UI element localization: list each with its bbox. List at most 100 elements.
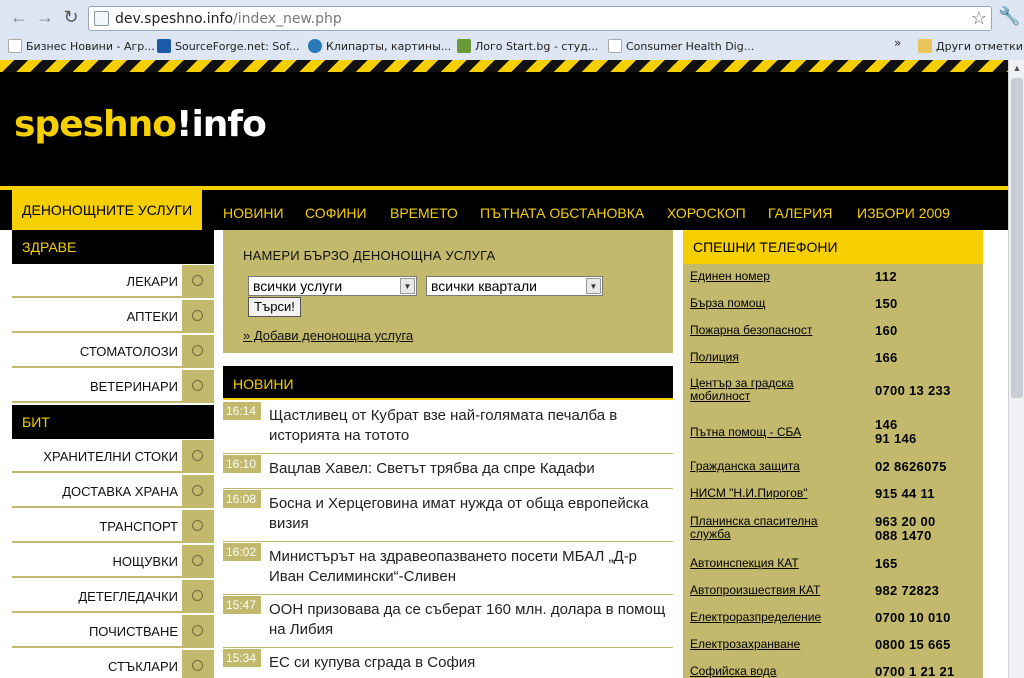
phones-heading: СПЕШНИ ТЕЛЕФОНИ [683,230,983,264]
phone-name-link[interactable]: Планинска спасителна служба [690,515,855,541]
bookmark-item[interactable]: Бизнес Новини - Агр... [8,38,155,56]
sidebar-item-dentists[interactable]: СТОМАТОЛОЗИ [12,335,214,368]
start-bg-icon [457,39,471,53]
news-heading: НОВИНИ [223,366,673,400]
nav-item-news[interactable]: НОВИНИ [223,190,284,230]
phone-name-link[interactable]: Бърза помощ [690,297,855,310]
browser-chrome: ← → ↻ dev.speshno.info/index_new.php ☆ 🔧… [0,0,1024,60]
phone-name-link[interactable]: Единен номер [690,270,855,283]
phone-number: 0700 10 010 [875,610,951,625]
news-headline[interactable]: Щастливец от Кубрат взе най-голямата печ… [269,406,669,446]
district-select[interactable]: всички квартали ▼ [426,276,603,296]
nav-item-sofini[interactable]: СОФИНИ [305,190,367,230]
news-time: 15:47 [223,596,261,614]
folder-icon [918,39,932,53]
phone-number: 0700 13 233 [875,383,951,398]
url-text[interactable]: dev.speshno.info/index_new.php [115,11,342,27]
news-headline[interactable]: ООН призовава да се съберат 160 млн. дол… [269,600,669,640]
phone-name-link[interactable]: Електроразпределение [690,611,855,624]
clipart-icon [308,39,322,53]
bookmark-item[interactable]: Клипарты, картины... [308,38,451,56]
page-icon [94,11,109,26]
address-bar[interactable]: dev.speshno.info/index_new.php ☆ [88,6,992,31]
site-logo[interactable]: speshno!info [14,104,267,145]
nav-item-weather[interactable]: ВРЕМЕТО [390,190,458,230]
news-item[interactable]: 15:47 ООН призовава да се съберат 160 мл… [223,596,673,648]
bookmark-item[interactable]: SourceForge.net: Sof... [157,38,300,56]
service-search-panel: НАМЕРИ БЪРЗО ДЕНОНОЩНА УСЛУГА всички усл… [223,230,673,353]
main-nav: ДЕНОНОЩНИТЕ УСЛУГИ НОВИНИ СОФИНИ ВРЕМЕТО… [0,190,1008,230]
circle-icon [192,555,203,566]
nav-item-elections[interactable]: ИЗБОРИ 2009 [857,190,950,230]
nav-item-gallery[interactable]: ГАЛЕРИЯ [768,190,832,230]
web-page: speshno!info ДЕНОНОЩНИТЕ УСЛУГИ НОВИНИ С… [0,60,1008,678]
sidebar-item-vets[interactable]: ВЕТЕРИНАРИ [12,370,214,403]
phone-name-link[interactable]: Пожарна безопасност [690,324,855,337]
phone-number: 146 91 146 [875,417,917,446]
sidebar-heading-health: ЗДРАВЕ [12,230,214,264]
phone-number: 150 [875,296,898,311]
back-icon[interactable]: ← [8,6,30,28]
sidebar-item-lodging[interactable]: НОЩУВКИ [12,545,214,578]
circle-icon [192,310,203,321]
sidebar-item-babysitters[interactable]: ДЕТЕГЛЕДАЧКИ [12,580,214,613]
news-time: 16:10 [223,455,261,473]
chevron-down-icon: ▼ [586,278,601,294]
search-button[interactable]: Търси! [248,297,301,317]
circle-icon [192,380,203,391]
scroll-thumb[interactable] [1011,78,1023,398]
nav-item-services[interactable]: ДЕНОНОЩНИТЕ УСЛУГИ [12,190,203,230]
service-select[interactable]: всички услуги ▼ [248,276,417,296]
phone-name-link[interactable]: НИСМ "Н.И.Пирогов" [690,487,855,500]
add-service-link[interactable]: » Добави денонощна услуга [243,328,413,343]
phone-name-link[interactable]: Център за градска мобилност [690,377,855,403]
other-bookmarks[interactable]: Други отметки [918,38,1023,56]
circle-icon [192,590,203,601]
phone-number: 166 [875,350,898,365]
news-item[interactable]: 15:34 ЕС си купува сграда в София [223,649,673,678]
nav-item-horoscope[interactable]: ХОРОСКОП [667,190,746,230]
news-time: 16:08 [223,490,261,508]
news-time: 15:34 [223,649,261,667]
news-time: 16:14 [223,402,261,420]
phone-number: 160 [875,323,898,338]
bookmark-item[interactable]: Лого Start.bg - студ... [457,38,598,56]
phone-name-link[interactable]: Софийска вода [690,665,855,678]
wrench-icon[interactable]: 🔧 [998,6,1020,27]
news-headline[interactable]: Министърът на здравеопазването посети МБ… [269,547,669,587]
phone-name-link[interactable]: Автоинспекция КАТ [690,557,855,570]
news-item[interactable]: 16:02 Министърът на здравеопазването пос… [223,543,673,595]
sidebar-item-food-delivery[interactable]: ДОСТАВКА ХРАНА [12,475,214,508]
sidebar-item-groceries[interactable]: ХРАНИТЕЛНИ СТОКИ [12,440,214,473]
news-item[interactable]: 16:14 Щастливец от Кубрат взе най-голяма… [223,402,673,454]
phone-name-link[interactable]: Гражданска защита [690,460,855,473]
sidebar-item-cleaning[interactable]: ПОЧИСТВАНЕ [12,615,214,648]
news-headline[interactable]: Вацлав Хавел: Светът трябва да спре Када… [269,459,669,479]
bookmarks-more-icon[interactable]: » [894,36,901,50]
news-item[interactable]: 16:10 Вацлав Хавел: Светът трябва да спр… [223,455,673,489]
nav-item-traffic[interactable]: ПЪТНАТА ОБСТАНОВКА [480,190,644,230]
phones-list: Единен номер 112 Бърза помощ 150 Пожарна б… [683,264,983,678]
phone-name-link[interactable]: Електрозахранване [690,638,855,651]
reload-icon[interactable]: ↻ [60,6,82,28]
phone-name-link[interactable]: Полиция [690,351,855,364]
sidebar-item-doctors[interactable]: ЛЕКАРИ [12,265,214,298]
news-headline[interactable]: ЕС си купува сграда в София [269,653,669,673]
phone-name-link[interactable]: Автопроизшествия КАТ [690,584,855,597]
sidebar-item-pharmacies[interactable]: АПТЕКИ [12,300,214,333]
circle-icon [192,345,203,356]
bookmark-star-icon[interactable]: ☆ [971,8,987,29]
news-item[interactable]: 16:08 Босна и Херцеговина имат нужда от … [223,490,673,542]
circle-icon [192,485,203,496]
vertical-scrollbar[interactable]: ▲ [1008,60,1024,678]
news-headline[interactable]: Босна и Херцеговина имат нужда от обща е… [269,494,669,534]
forward-icon[interactable]: → [34,6,56,28]
page-icon [608,39,622,53]
phone-name-link[interactable]: Пътна помощ - СБА [690,426,855,439]
scroll-up-icon[interactable]: ▲ [1009,60,1024,76]
sidebar-item-transport[interactable]: ТРАНСПОРТ [12,510,214,543]
phone-number: 963 20 00 088 1470 [875,514,936,543]
bookmark-item[interactable]: Consumer Health Dig... [608,38,754,56]
sidebar-item-glaziers[interactable]: СТЪКЛАРИ [12,650,214,678]
bookmarks-bar: Бизнес Новини - Агр... SourceForge.net: … [0,36,1024,58]
